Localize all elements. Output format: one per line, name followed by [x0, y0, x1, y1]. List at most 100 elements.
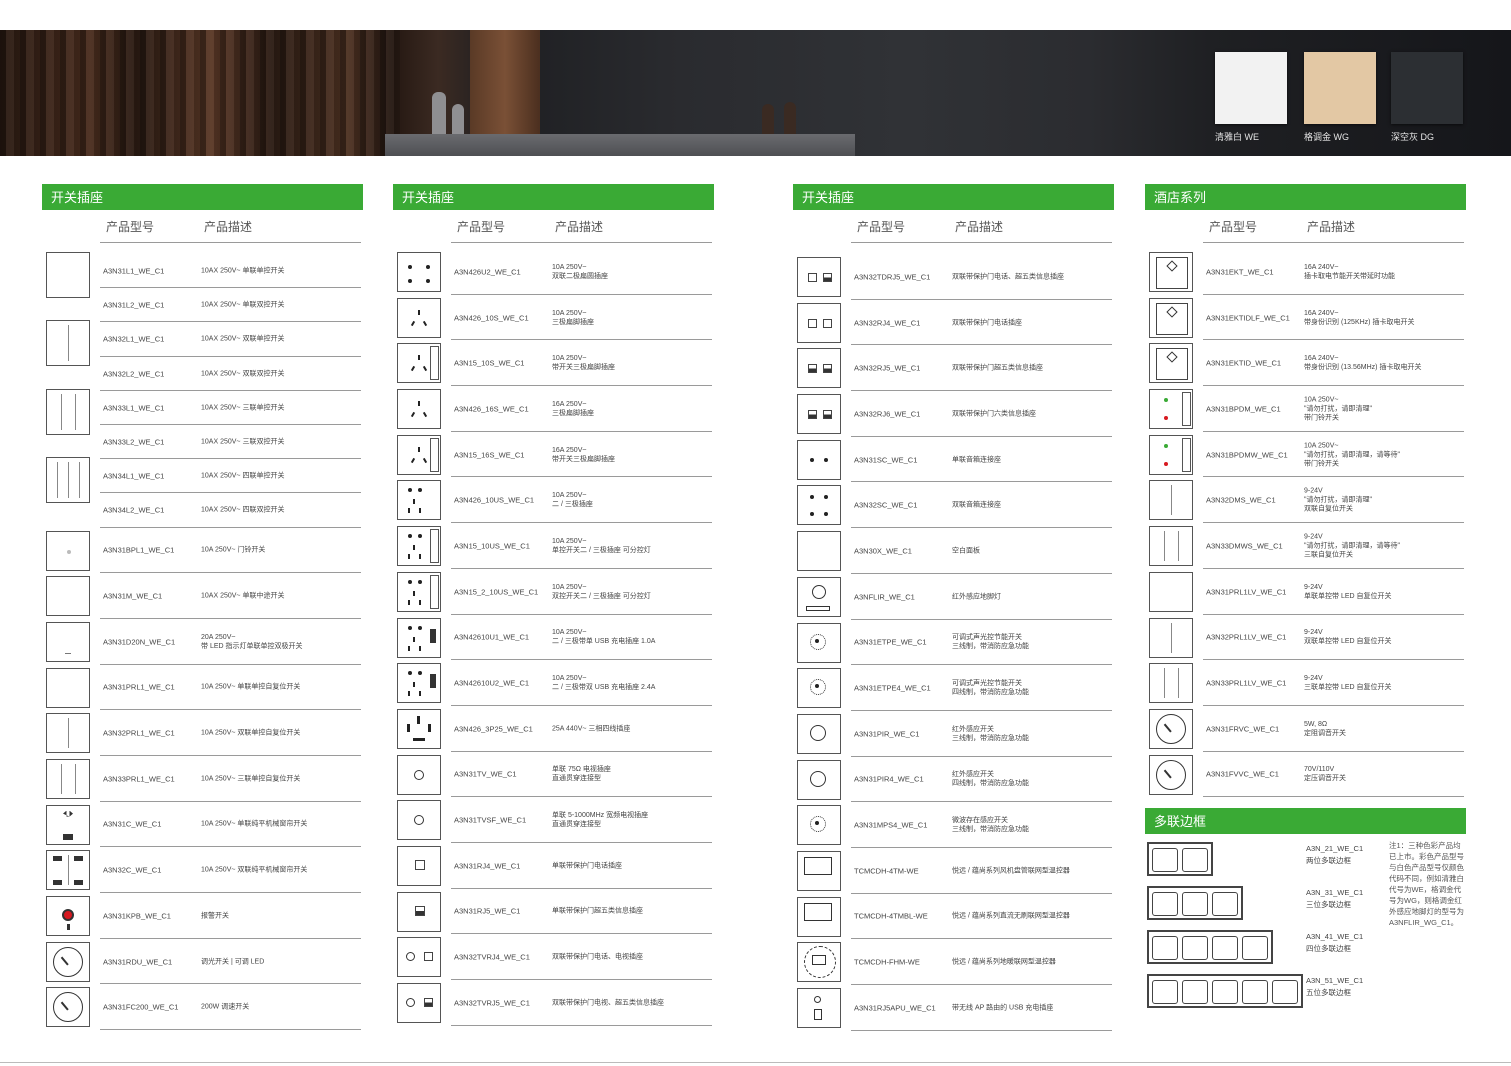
pin-icon	[413, 737, 425, 741]
pin-icon	[418, 488, 422, 493]
product-description: 16A 250V~ 带开关三极扁脚插座	[552, 446, 615, 463]
product-description: 5W, 8Ω 定阻调音开关	[1304, 720, 1346, 737]
product-code: A3N31D20N_WE_C1	[103, 637, 176, 647]
table-row: A3N34L2_WE_C1 10AX 250V~ 四联双控开关	[42, 493, 363, 528]
product-icon	[397, 480, 441, 521]
product-icon	[1149, 252, 1193, 292]
product-description: 双联音箱连接座	[952, 501, 1001, 509]
pin-icon	[419, 508, 421, 514]
product-description: 报警开关	[201, 912, 229, 920]
gang-divider	[1178, 668, 1180, 699]
product-icon	[397, 708, 441, 749]
table-row: TCMCDH-FHM-WE 悦远 / 蕴尚系列地暖联网型温控器	[793, 939, 1114, 985]
table-row: A3N33L2_WE_C1 10AX 250V~ 三联双控开关	[42, 425, 363, 460]
frame-cell	[1152, 980, 1178, 1005]
speaker-terminal-icon	[824, 512, 828, 517]
bottle-image	[452, 104, 464, 136]
product-description: 红外感应开关 四线制，带消防应急功能	[952, 771, 1029, 788]
frame-code: A3N_41_WE_C1	[1306, 932, 1364, 942]
product-code: A3N32SC_WE_C1	[854, 500, 918, 510]
frame-icon	[1147, 930, 1273, 965]
pin-icon	[422, 320, 428, 326]
product-icon	[46, 667, 90, 708]
table-row: A3N32L2_WE_C1 10AX 250V~ 双联双控开关	[42, 357, 363, 391]
product-code: A3N32L1_WE_C1	[103, 334, 165, 344]
gang-divider	[1163, 668, 1165, 699]
product-column: 开关插座 产品型号 产品描述 A3N426U2_WE_C1 10A 250V~ 双联二极…	[393, 184, 714, 1026]
product-icon	[1149, 526, 1193, 567]
product-icon	[797, 759, 841, 800]
table-row: A3N32L1_WE_C1 10AX 250V~ 双联单控开关	[42, 320, 363, 367]
table-row: A3N31PRL1LV_WE_C1 9-24V 单联单控带 LED 自复位开关	[1145, 569, 1466, 615]
pin-icon	[413, 499, 415, 505]
table-header: 产品型号 产品描述	[851, 210, 1112, 243]
product-description: 调光开关 | 可调 LED	[201, 958, 265, 966]
product-code: A3N32PRL1_WE_C1	[103, 728, 175, 738]
product-code: A3N31RJ5APU_WE_C1	[854, 1003, 936, 1013]
row-divider	[100, 1029, 361, 1031]
pin-icon	[418, 579, 422, 584]
table-row: A3N31BPDMW_WE_C1 10A 250V~ "请勿打扰，请即清理，请等待…	[1145, 432, 1466, 478]
table-row: A3N426_16S_WE_C1 16A 250V~ 三极扁脚插座	[393, 386, 714, 432]
product-icon	[397, 571, 441, 612]
product-description: 10A 250V~ 二 / 三极带双 USB 充电插座 2.4A	[552, 675, 656, 692]
product-icon	[797, 668, 841, 709]
led-indicator-icon	[65, 652, 71, 654]
pin-icon	[408, 508, 410, 514]
table-row: A3N32RJ6_WE_C1 双联带保护门六类信息插座	[793, 391, 1114, 437]
finish-label: 深空灰 DG	[1391, 132, 1435, 142]
product-code: A3N31PIR4_WE_C1	[854, 774, 924, 784]
product-description: 双联带保护门电话、电视插座	[552, 953, 643, 961]
pin-icon	[418, 355, 420, 361]
frame-code: A3N_51_WE_C1	[1306, 976, 1364, 986]
product-code: A3N426U2_WE_C1	[454, 267, 521, 277]
table-row: A3N32RJ4_WE_C1 双联带保护门电话插座	[793, 300, 1114, 346]
frame-cell	[1152, 892, 1178, 917]
table-row: A3N32TVRJ4_WE_C1 双联带保护门电话、电视插座	[393, 934, 714, 980]
product-description: 10A 250V~ "请勿打扰，请即清理" 带门铃开关	[1304, 396, 1372, 422]
product-code: A3NFLIR_WE_C1	[854, 592, 915, 602]
curtain-arrow-icon	[53, 880, 62, 886]
pin-icon	[428, 723, 431, 732]
product-icon	[46, 850, 90, 891]
product-description: 双联带保护门电视、超五类信息插座	[552, 999, 664, 1007]
column-header-code: 产品型号	[857, 220, 906, 234]
product-code: A3N32RJ4_WE_C1	[854, 318, 921, 328]
data-socket-icon	[823, 364, 832, 374]
phone-socket-icon	[823, 318, 832, 328]
product-description: 200W 调速开关	[201, 1003, 250, 1011]
product-description: 10AX 250V~ 单联单控开关	[201, 267, 285, 275]
speaker-terminal-icon	[810, 495, 814, 500]
sensor-icon	[810, 770, 826, 787]
product-description: 单联带保护门电话插座	[552, 862, 622, 870]
product-icon	[397, 754, 441, 795]
curtain-arrow-icon	[74, 856, 83, 862]
frame-cell	[1212, 892, 1238, 917]
frame-icon	[1147, 842, 1213, 877]
dial-icon	[53, 946, 83, 977]
product-icon	[397, 891, 441, 932]
product-icon	[797, 348, 841, 389]
section-title: 多联边框	[1145, 808, 1466, 835]
rocker-switch-icon	[430, 346, 439, 381]
product-description: 10AX 250V~ 四联双控开关	[201, 506, 285, 514]
frame-cell	[1152, 936, 1178, 961]
pin-icon	[418, 534, 422, 539]
product-description: 10A 250V~ 三联单控自复位开关	[201, 775, 301, 783]
gang-divider	[75, 763, 77, 794]
product-code: TCMCDH-FHM-WE	[854, 957, 920, 967]
product-code: A3N31FVVC_WE_C1	[1206, 769, 1279, 779]
tv-socket-icon	[414, 815, 424, 826]
product-description: 16A 250V~ 三极扁脚插座	[552, 400, 594, 417]
product-icon	[1149, 663, 1193, 704]
finish-swatch	[1215, 52, 1287, 124]
table-row: A3N32SC_WE_C1 双联音箱连接座	[793, 482, 1114, 529]
pin-icon	[413, 590, 415, 596]
product-icon	[797, 257, 841, 297]
table-row: A3N32PRL1_WE_C1 10A 250V~ 双联单控自复位开关	[42, 710, 363, 756]
product-code: A3N31TVSF_WE_C1	[454, 815, 527, 825]
product-column: 酒店系列 产品型号 产品描述 A3N31EKT_WE_C1 16A 240V~ 插卡取电…	[1145, 184, 1466, 1032]
product-code: A3N31PIR_WE_C1	[854, 729, 920, 739]
table-row: A3N31RJ5APU_WE_C1 带无线 AP 路由的 USB 充电插座	[793, 985, 1114, 1031]
frame-cell	[1182, 980, 1208, 1005]
